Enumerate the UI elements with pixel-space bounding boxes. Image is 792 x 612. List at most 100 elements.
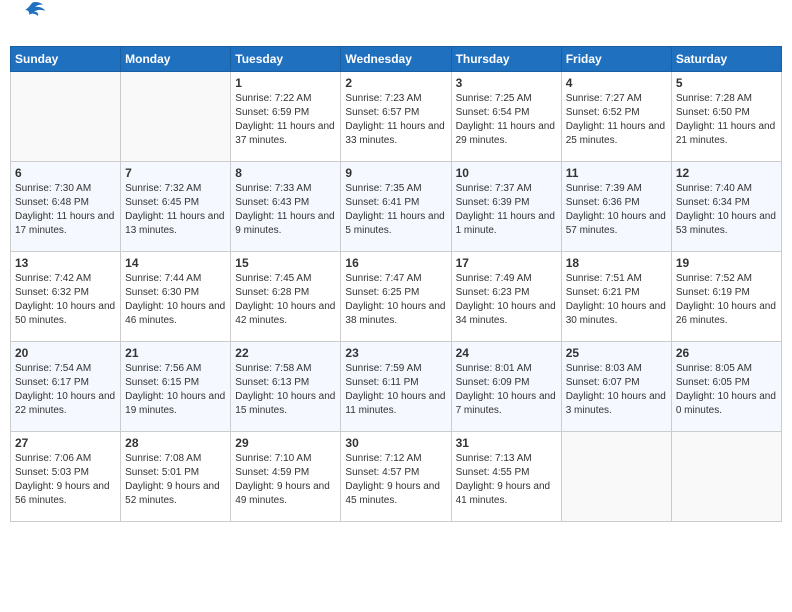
day-info: Sunrise: 7:06 AM Sunset: 5:03 PM Dayligh… bbox=[15, 452, 116, 508]
calendar-cell: 27 Sunrise: 7:06 AM Sunset: 5:03 PM Dayli… bbox=[11, 431, 121, 521]
calendar-cell: 21 Sunrise: 7:56 AM Sunset: 6:15 PM Dayli… bbox=[121, 341, 231, 431]
day-number: 23 bbox=[345, 346, 446, 360]
day-info: Sunrise: 8:05 AM Sunset: 6:05 PM Dayligh… bbox=[676, 362, 777, 418]
calendar-week-row: 27 Sunrise: 7:06 AM Sunset: 5:03 PM Dayli… bbox=[11, 431, 782, 521]
day-info: Sunrise: 7:30 AM Sunset: 6:48 PM Dayligh… bbox=[15, 182, 116, 238]
logo bbox=[16, 14, 45, 34]
calendar-cell: 5Sunrise: 7:28 AM Sunset: 6:50 PM Daylig… bbox=[671, 71, 781, 161]
day-number: 27 bbox=[15, 436, 116, 450]
calendar-cell bbox=[121, 71, 231, 161]
day-info: Sunrise: 7:56 AM Sunset: 6:15 PM Dayligh… bbox=[125, 362, 226, 418]
day-info: Sunrise: 7:25 AM Sunset: 6:54 PM Dayligh… bbox=[456, 92, 557, 148]
calendar-cell: 11Sunrise: 7:39 AM Sunset: 6:36 PM Dayli… bbox=[561, 161, 671, 251]
calendar-cell: 20 Sunrise: 7:54 AM Sunset: 6:17 PM Dayli… bbox=[11, 341, 121, 431]
day-number: 11 bbox=[566, 166, 667, 180]
day-info: Sunrise: 7:44 AM Sunset: 6:30 PM Dayligh… bbox=[125, 272, 226, 328]
calendar-cell: 14 Sunrise: 7:44 AM Sunset: 6:30 PM Dayli… bbox=[121, 251, 231, 341]
calendar-cell: 26 Sunrise: 8:05 AM Sunset: 6:05 PM Dayli… bbox=[671, 341, 781, 431]
day-number: 18 bbox=[566, 256, 667, 270]
day-number: 13 bbox=[15, 256, 116, 270]
day-number: 14 bbox=[125, 256, 226, 270]
calendar-cell: 2 Sunrise: 7:23 AM Sunset: 6:57 PM Daylig… bbox=[341, 71, 451, 161]
calendar-cell: 23 Sunrise: 7:59 AM Sunset: 6:11 PM Dayli… bbox=[341, 341, 451, 431]
day-number: 21 bbox=[125, 346, 226, 360]
calendar-cell: 6Sunrise: 7:30 AM Sunset: 6:48 PM Daylig… bbox=[11, 161, 121, 251]
weekday-header: Sunday bbox=[11, 46, 121, 71]
calendar-cell: 4 Sunrise: 7:27 AM Sunset: 6:52 PM Daylig… bbox=[561, 71, 671, 161]
calendar-cell: 9 Sunrise: 7:35 AM Sunset: 6:41 PM Daylig… bbox=[341, 161, 451, 251]
calendar-cell: 30Sunrise: 7:12 AM Sunset: 4:57 PM Dayli… bbox=[341, 431, 451, 521]
calendar-cell: 31 Sunrise: 7:13 AM Sunset: 4:55 PM Dayli… bbox=[451, 431, 561, 521]
day-number: 31 bbox=[456, 436, 557, 450]
weekday-header: Friday bbox=[561, 46, 671, 71]
calendar-cell: 8 Sunrise: 7:33 AM Sunset: 6:43 PM Daylig… bbox=[231, 161, 341, 251]
day-info: Sunrise: 7:23 AM Sunset: 6:57 PM Dayligh… bbox=[345, 92, 446, 148]
calendar-cell: 22 Sunrise: 7:58 AM Sunset: 6:13 PM Dayli… bbox=[231, 341, 341, 431]
day-info: Sunrise: 7:54 AM Sunset: 6:17 PM Dayligh… bbox=[15, 362, 116, 418]
calendar-header-row: SundayMondayTuesdayWednesdayThursdayFrid… bbox=[11, 46, 782, 71]
day-info: Sunrise: 7:49 AM Sunset: 6:23 PM Dayligh… bbox=[456, 272, 557, 328]
calendar-cell: 15 Sunrise: 7:45 AM Sunset: 6:28 PM Dayli… bbox=[231, 251, 341, 341]
calendar-cell: 29 Sunrise: 7:10 AM Sunset: 4:59 PM Dayli… bbox=[231, 431, 341, 521]
day-info: Sunrise: 7:08 AM Sunset: 5:01 PM Dayligh… bbox=[125, 452, 226, 508]
weekday-header: Thursday bbox=[451, 46, 561, 71]
day-number: 4 bbox=[566, 76, 667, 90]
day-number: 9 bbox=[345, 166, 446, 180]
calendar-cell bbox=[561, 431, 671, 521]
day-number: 7 bbox=[125, 166, 226, 180]
day-info: Sunrise: 7:10 AM Sunset: 4:59 PM Dayligh… bbox=[235, 452, 336, 508]
day-number: 16 bbox=[345, 256, 446, 270]
day-info: Sunrise: 7:58 AM Sunset: 6:13 PM Dayligh… bbox=[235, 362, 336, 418]
day-number: 22 bbox=[235, 346, 336, 360]
day-info: Sunrise: 7:47 AM Sunset: 6:25 PM Dayligh… bbox=[345, 272, 446, 328]
weekday-header: Monday bbox=[121, 46, 231, 71]
day-number: 19 bbox=[676, 256, 777, 270]
day-info: Sunrise: 7:42 AM Sunset: 6:32 PM Dayligh… bbox=[15, 272, 116, 328]
calendar-week-row: 6Sunrise: 7:30 AM Sunset: 6:48 PM Daylig… bbox=[11, 161, 782, 251]
day-info: Sunrise: 7:37 AM Sunset: 6:39 PM Dayligh… bbox=[456, 182, 557, 238]
day-number: 10 bbox=[456, 166, 557, 180]
calendar-cell: 12 Sunrise: 7:40 AM Sunset: 6:34 PM Dayli… bbox=[671, 161, 781, 251]
calendar-cell: 1Sunrise: 7:22 AM Sunset: 6:59 PM Daylig… bbox=[231, 71, 341, 161]
calendar-week-row: 13 Sunrise: 7:42 AM Sunset: 6:32 PM Dayli… bbox=[11, 251, 782, 341]
day-number: 24 bbox=[456, 346, 557, 360]
day-info: Sunrise: 7:13 AM Sunset: 4:55 PM Dayligh… bbox=[456, 452, 557, 508]
calendar-cell: 19 Sunrise: 7:52 AM Sunset: 6:19 PM Dayli… bbox=[671, 251, 781, 341]
calendar-cell bbox=[11, 71, 121, 161]
day-info: Sunrise: 7:27 AM Sunset: 6:52 PM Dayligh… bbox=[566, 92, 667, 148]
day-info: Sunrise: 7:28 AM Sunset: 6:50 PM Dayligh… bbox=[676, 92, 777, 148]
weekday-header: Saturday bbox=[671, 46, 781, 71]
calendar-table: SundayMondayTuesdayWednesdayThursdayFrid… bbox=[10, 46, 782, 522]
day-info: Sunrise: 7:40 AM Sunset: 6:34 PM Dayligh… bbox=[676, 182, 777, 238]
calendar-cell: 13 Sunrise: 7:42 AM Sunset: 6:32 PM Dayli… bbox=[11, 251, 121, 341]
day-number: 28 bbox=[125, 436, 226, 450]
calendar-cell: 18 Sunrise: 7:51 AM Sunset: 6:21 PM Dayli… bbox=[561, 251, 671, 341]
day-info: Sunrise: 7:32 AM Sunset: 6:45 PM Dayligh… bbox=[125, 182, 226, 238]
day-number: 26 bbox=[676, 346, 777, 360]
day-number: 12 bbox=[676, 166, 777, 180]
day-info: Sunrise: 7:22 AM Sunset: 6:59 PM Dayligh… bbox=[235, 92, 336, 148]
day-info: Sunrise: 7:52 AM Sunset: 6:19 PM Dayligh… bbox=[676, 272, 777, 328]
day-number: 20 bbox=[15, 346, 116, 360]
logo-bird-icon bbox=[19, 1, 45, 28]
calendar-cell: 25Sunrise: 8:03 AM Sunset: 6:07 PM Dayli… bbox=[561, 341, 671, 431]
calendar-cell: 10 Sunrise: 7:37 AM Sunset: 6:39 PM Dayli… bbox=[451, 161, 561, 251]
calendar-cell bbox=[671, 431, 781, 521]
day-number: 8 bbox=[235, 166, 336, 180]
day-number: 2 bbox=[345, 76, 446, 90]
day-info: Sunrise: 7:59 AM Sunset: 6:11 PM Dayligh… bbox=[345, 362, 446, 418]
day-info: Sunrise: 7:33 AM Sunset: 6:43 PM Dayligh… bbox=[235, 182, 336, 238]
calendar-body: 1Sunrise: 7:22 AM Sunset: 6:59 PM Daylig… bbox=[11, 71, 782, 521]
calendar-cell: 3Sunrise: 7:25 AM Sunset: 6:54 PM Daylig… bbox=[451, 71, 561, 161]
day-info: Sunrise: 8:01 AM Sunset: 6:09 PM Dayligh… bbox=[456, 362, 557, 418]
day-info: Sunrise: 7:45 AM Sunset: 6:28 PM Dayligh… bbox=[235, 272, 336, 328]
calendar-cell: 7 Sunrise: 7:32 AM Sunset: 6:45 PM Daylig… bbox=[121, 161, 231, 251]
day-number: 15 bbox=[235, 256, 336, 270]
day-number: 29 bbox=[235, 436, 336, 450]
day-info: Sunrise: 7:51 AM Sunset: 6:21 PM Dayligh… bbox=[566, 272, 667, 328]
weekday-header: Wednesday bbox=[341, 46, 451, 71]
day-number: 17 bbox=[456, 256, 557, 270]
calendar-week-row: 20 Sunrise: 7:54 AM Sunset: 6:17 PM Dayli… bbox=[11, 341, 782, 431]
day-info: Sunrise: 7:35 AM Sunset: 6:41 PM Dayligh… bbox=[345, 182, 446, 238]
calendar-cell: 28 Sunrise: 7:08 AM Sunset: 5:01 PM Dayli… bbox=[121, 431, 231, 521]
